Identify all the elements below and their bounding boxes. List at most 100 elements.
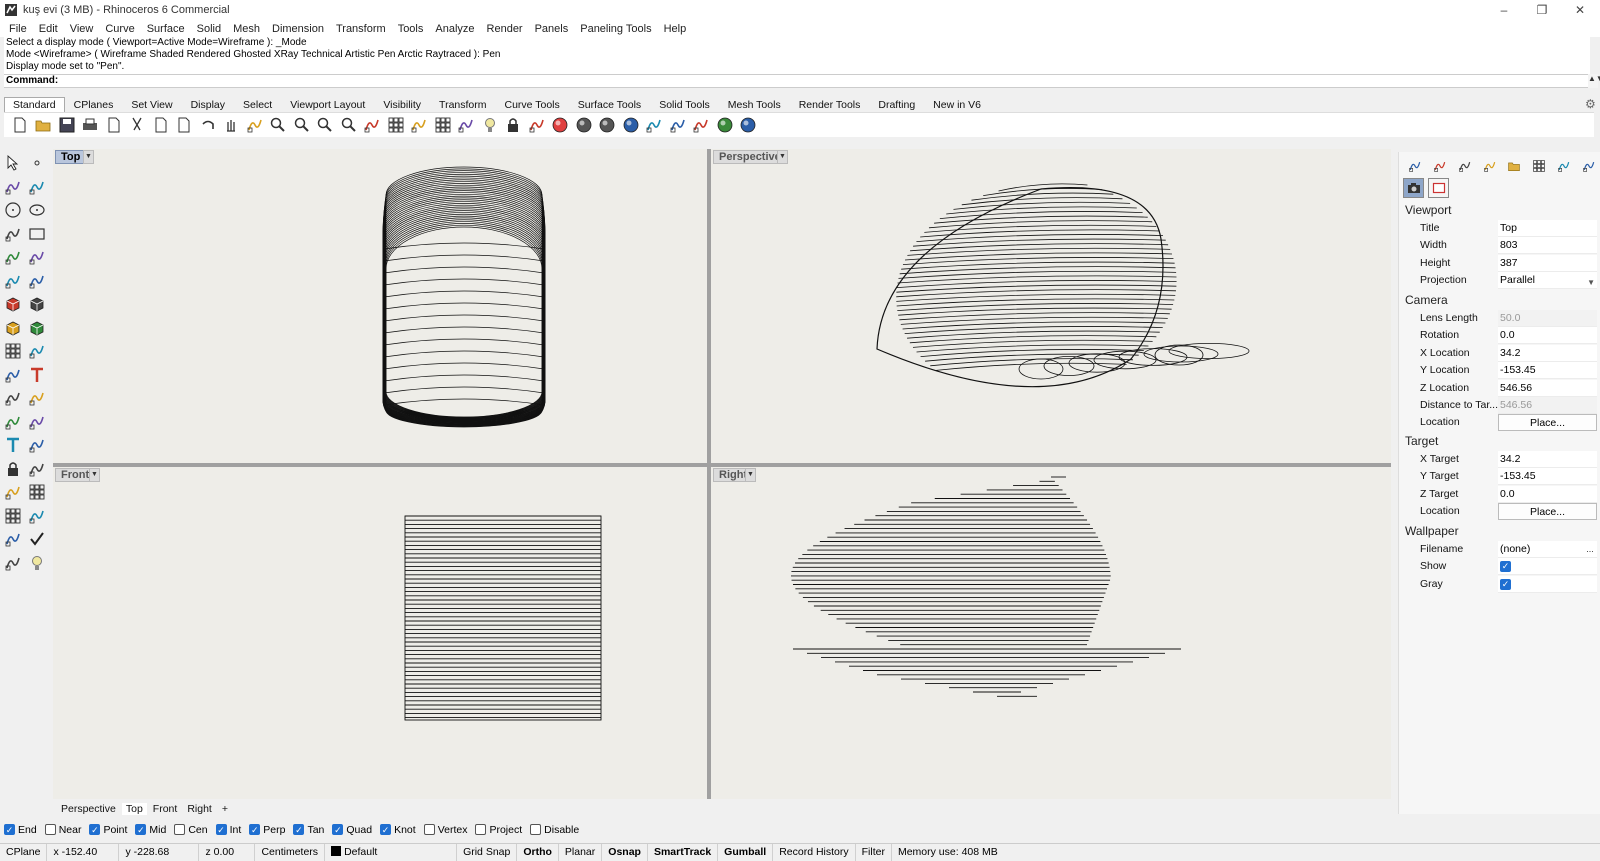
extrude-icon[interactable] [2,317,24,339]
prop-value[interactable]: 34.2 [1498,451,1597,468]
viewport-menu-arrow-icon[interactable]: ▼ [89,468,100,482]
analyze-icon[interactable] [2,528,24,550]
box-icon[interactable] [2,293,24,315]
close-button[interactable]: ✕ [1562,0,1598,20]
print-icon[interactable] [79,114,103,136]
layer-indicator[interactable]: Default [325,843,458,861]
viewport-menu-arrow-icon[interactable]: ▼ [83,150,94,164]
prop-value[interactable]: (none)... [1498,541,1597,558]
cplane-label[interactable]: CPlane [0,843,48,861]
toolbar-tab-curve-tools[interactable]: Curve Tools [496,97,569,112]
command-input[interactable]: Command: [4,74,1590,88]
prop-value[interactable]: 0.0 [1498,485,1597,503]
vp-tab-right[interactable]: Right [183,803,216,815]
surface-edit-icon[interactable] [26,270,48,292]
prop-value[interactable]: 0.0 [1498,327,1597,345]
record-history-toggle[interactable]: Record History [773,843,856,861]
mesh-edit-icon[interactable] [26,387,48,409]
osnap-checkbox[interactable]: ✓ [215,824,227,835]
viewport-label-perspective[interactable]: Perspective [713,150,787,164]
open-icon[interactable] [32,114,56,136]
vp-tab-perspective[interactable]: Perspective [57,803,120,815]
save-icon[interactable] [55,114,79,136]
prop-value[interactable]: 50.0 [1498,310,1597,327]
render-tools-icon[interactable] [2,552,24,574]
osnap-disable[interactable]: Disable [530,824,579,836]
command-scroll-icon[interactable]: ▲▼ [1588,74,1600,88]
osnap-checkbox[interactable]: ✓ [293,824,305,835]
prop-value[interactable]: Top [1498,220,1597,237]
text-icon[interactable] [26,364,48,386]
transform-icon[interactable] [26,340,48,362]
osnap-checkbox[interactable]: ✓ [4,824,15,835]
osnap-quad[interactable]: ✓ Quad [332,824,372,836]
osnap-checkbox[interactable] [423,824,435,835]
light-icon[interactable] [26,552,48,574]
curve-edit-icon[interactable] [26,176,48,198]
color-icon[interactable] [1403,156,1428,176]
ellipse-icon[interactable] [26,199,48,221]
menu-dimension[interactable]: Dimension [266,23,330,35]
prop-value[interactable]: Parallel ▼ [1498,272,1597,290]
toolbar-settings-icon[interactable]: ⚙ [1585,97,1596,111]
globe-icon[interactable] [713,114,737,136]
block-icon[interactable] [2,458,24,480]
material-icon[interactable] [1428,156,1453,176]
osnap-vertex[interactable]: Vertex [423,824,467,836]
shaded-sphere-icon[interactable] [572,114,596,136]
add-viewport-tab-icon[interactable]: + [218,803,232,815]
menu-mesh[interactable]: Mesh [227,23,266,35]
gumball-toggle[interactable]: Gumball [718,843,774,861]
help-icon[interactable] [737,114,761,136]
polygon-icon[interactable] [2,246,24,268]
move-view-icon[interactable] [243,114,267,136]
planar-toggle[interactable]: Planar [559,843,603,861]
viewport-menu-arrow-icon[interactable]: ▼ [745,468,756,482]
viewport-right[interactable]: Right ▼ [711,467,1391,799]
osnap-checkbox[interactable] [530,824,542,835]
render-icon[interactable] [619,114,643,136]
paste-icon[interactable] [173,114,197,136]
zoom-extents-icon[interactable] [314,114,338,136]
osnap-knot[interactable]: ✓ Knot [380,824,416,836]
toolbar-tab-solid-tools[interactable]: Solid Tools [650,97,719,112]
surface-icon[interactable] [2,270,24,292]
undo-icon[interactable] [196,114,220,136]
settings-icon[interactable] [1576,156,1600,176]
prop-value[interactable]: 387 [1498,254,1597,272]
lock-icon[interactable] [502,114,526,136]
polyline-icon[interactable] [2,176,24,198]
checkbox-gray[interactable]: ✓ [1500,578,1511,590]
history-icon[interactable] [26,505,48,527]
toolbar-tab-display[interactable]: Display [182,97,234,112]
grid-icon[interactable] [431,114,455,136]
osnap-int[interactable]: ✓ Int [215,824,241,836]
grid-array-icon[interactable] [2,505,24,527]
toolbar-tab-drafting[interactable]: Drafting [869,97,924,112]
mesh-icon[interactable] [2,387,24,409]
group-icon[interactable] [26,458,48,480]
zoom-selected-icon[interactable] [337,114,361,136]
osnap-tan[interactable]: ✓ Tan [293,824,324,836]
pen-icon[interactable] [1477,156,1502,176]
toolbar-tab-transform[interactable]: Transform [430,97,495,112]
toolbar-tab-surface-tools[interactable]: Surface Tools [569,97,650,112]
checkbox-show[interactable]: ✓ [1500,561,1511,573]
units-label[interactable]: Centimeters [255,843,326,861]
osnap-perp[interactable]: ✓ Perp [249,824,285,836]
prop-value[interactable]: 546.56 [1498,397,1597,414]
osnap-end[interactable]: ✓ End [4,824,37,836]
pan-icon[interactable] [220,114,244,136]
toolbar-tab-mesh-tools[interactable]: Mesh Tools [719,97,790,112]
osnap-near[interactable]: Near [44,824,81,836]
osnap-checkbox[interactable]: ✓ [135,824,147,835]
blend-icon[interactable] [26,411,48,433]
osnap-project[interactable]: Project [475,824,522,836]
osnap-checkbox[interactable]: ✓ [380,824,392,835]
menu-render[interactable]: Render [481,23,529,35]
point-icon[interactable] [26,152,48,174]
place-button[interactable]: Place... [1498,414,1597,432]
menu-analyze[interactable]: Analyze [429,23,480,35]
vp-tab-top[interactable]: Top [121,802,147,815]
menu-panels[interactable]: Panels [529,23,575,35]
